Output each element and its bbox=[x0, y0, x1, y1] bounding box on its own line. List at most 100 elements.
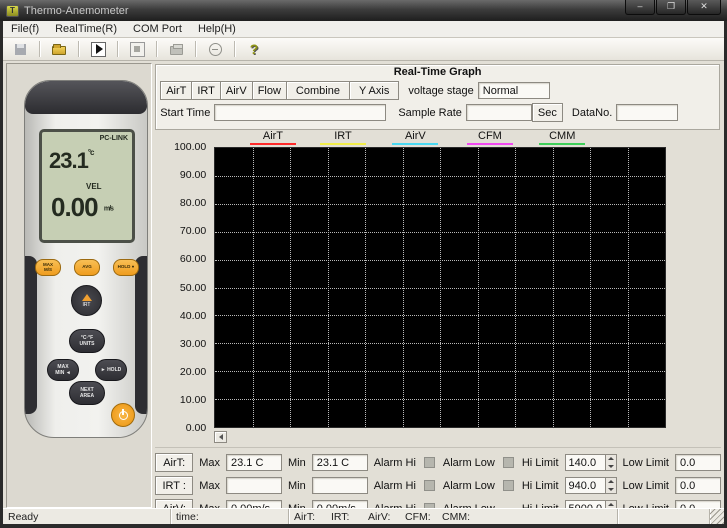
airt-tab-button[interactable]: AirT bbox=[160, 81, 192, 100]
menu-bar: File(f) RealTime(R) COM Port Help(H) bbox=[3, 21, 724, 38]
legend-color-bar bbox=[467, 143, 513, 145]
grid-line-horizontal bbox=[215, 232, 665, 233]
lcd-mode-label: VEL bbox=[86, 182, 102, 191]
airv-alarm-hi-led bbox=[424, 503, 435, 508]
close-button[interactable]: ✕ bbox=[687, 0, 721, 15]
y-axis-button[interactable]: Y Axis bbox=[349, 81, 399, 100]
status-meter-cmm: CMM: bbox=[442, 511, 479, 523]
combine-button[interactable]: Combine bbox=[286, 81, 350, 100]
irt-hi-limit-spinner[interactable]: 940.0 bbox=[565, 477, 617, 494]
spin-down-icon[interactable] bbox=[606, 463, 616, 471]
device-irt-button: IRT bbox=[71, 285, 102, 316]
airv-row-button[interactable]: AirV: bbox=[155, 499, 193, 508]
y-axis-tick: 30.00 bbox=[180, 338, 206, 350]
menu-realtime[interactable]: RealTime(R) bbox=[47, 22, 125, 36]
device-image: PC-LINK 23.1°c VEL 0.00 m/s MAX M/S AVG … bbox=[24, 80, 148, 438]
airv-low-limit-field[interactable]: 0.0 bbox=[675, 500, 721, 508]
spin-down-icon[interactable] bbox=[606, 486, 616, 494]
y-axis-tick: 20.00 bbox=[180, 366, 206, 378]
menu-help[interactable]: Help(H) bbox=[190, 22, 244, 36]
maximize-button[interactable]: ❐ bbox=[656, 0, 686, 15]
device-grip-left bbox=[25, 256, 37, 414]
airv-row: AirV: Max 0.00m/s Min 0.00m/s Alarm Hi A… bbox=[155, 497, 721, 508]
help-button[interactable]: ? bbox=[241, 40, 267, 59]
airv-tab-button[interactable]: AirV bbox=[220, 81, 253, 100]
print-icon bbox=[170, 46, 183, 55]
chart-plot-area bbox=[214, 147, 666, 428]
airv-hi-limit-spinner[interactable]: 5900.0 bbox=[565, 500, 617, 508]
menu-com-port[interactable]: COM Port bbox=[125, 22, 190, 36]
legend-item-airt: AirT bbox=[250, 130, 296, 145]
save-button[interactable] bbox=[7, 40, 33, 59]
start-time-field[interactable] bbox=[214, 104, 386, 121]
alarm-hi-label: Alarm Hi bbox=[374, 457, 416, 469]
legend-color-bar bbox=[539, 143, 585, 145]
max-label: Max bbox=[199, 457, 220, 469]
resize-grip[interactable] bbox=[710, 509, 724, 524]
datano-field[interactable] bbox=[616, 104, 678, 121]
play-icon bbox=[91, 42, 106, 57]
measurement-rows: AirT: Max 23.1 C Min 23.1 C Alarm Hi Ala… bbox=[155, 447, 721, 508]
lcd-velocity: 0.00 m/s bbox=[51, 192, 113, 223]
sec-button[interactable]: Sec bbox=[532, 103, 563, 122]
menu-file[interactable]: File(f) bbox=[3, 22, 47, 36]
chart-legend: AirTIRTAirVCFMCMM bbox=[214, 130, 666, 146]
device-next-area-button: NEXT AREA bbox=[69, 381, 105, 405]
alarm-low-label: Alarm Low bbox=[443, 457, 495, 469]
status-time: time: bbox=[171, 509, 289, 524]
lcd-velocity-unit: m/s bbox=[104, 206, 113, 213]
flow-tab-button[interactable]: Flow bbox=[252, 81, 287, 100]
grid-line-horizontal bbox=[215, 260, 665, 261]
graph-header-box: Real-Time Graph AirT IRT AirV Flow Combi… bbox=[155, 64, 720, 130]
irt-low-limit-field[interactable]: 0.0 bbox=[675, 477, 721, 494]
zoom-out-button[interactable] bbox=[202, 40, 228, 59]
alarm-low-label: Alarm Low bbox=[443, 503, 495, 509]
toolbar-separator bbox=[195, 41, 196, 57]
min-label: Min bbox=[288, 457, 306, 469]
print-button[interactable] bbox=[163, 40, 189, 59]
airt-hi-limit-spinner[interactable]: 140.0 bbox=[565, 454, 617, 471]
sample-rate-field[interactable] bbox=[466, 104, 532, 121]
spin-up-icon[interactable] bbox=[606, 501, 616, 508]
status-meters: AirT:IRT:AirV:CFM:CMM: bbox=[289, 509, 618, 524]
graph-panel: Real-Time Graph AirT IRT AirV Flow Combi… bbox=[154, 63, 722, 508]
grid-line-horizontal bbox=[215, 204, 665, 205]
status-blank bbox=[618, 509, 710, 524]
device-max-button: MAX M/S bbox=[35, 259, 61, 276]
irt-alarm-low-led bbox=[503, 480, 514, 491]
lcd-temp-unit: °c bbox=[88, 148, 94, 157]
open-button[interactable] bbox=[46, 40, 72, 59]
device-units-button: °C·°F UNITS bbox=[69, 329, 105, 353]
low-limit-label: Low Limit bbox=[623, 503, 669, 509]
airt-alarm-low-led bbox=[503, 457, 514, 468]
airt-row-button[interactable]: AirT: bbox=[155, 453, 193, 472]
alarm-hi-label: Alarm Hi bbox=[374, 503, 416, 509]
y-axis-tick: 50.00 bbox=[180, 282, 206, 294]
lcd-temperature: 23.1°c bbox=[49, 148, 93, 174]
open-icon bbox=[52, 46, 66, 55]
irt-tab-button[interactable]: IRT bbox=[191, 81, 221, 100]
stop-button[interactable] bbox=[124, 40, 150, 59]
grid-line-horizontal bbox=[215, 315, 665, 316]
irt-row: IRT : Max Min Alarm Hi Alarm Low Hi Limi… bbox=[155, 474, 721, 497]
device-hold-top-button: HOLD ● bbox=[113, 259, 139, 276]
airt-low-limit-field[interactable]: 0.0 bbox=[675, 454, 721, 471]
irt-triangle-icon bbox=[82, 294, 92, 301]
scroll-left-button[interactable] bbox=[214, 431, 227, 443]
irt-row-button[interactable]: IRT : bbox=[155, 476, 193, 495]
device-maxmin-button: MAX MIN ◄ bbox=[47, 359, 79, 381]
spin-up-icon[interactable] bbox=[606, 455, 616, 463]
legend-item-cmm: CMM bbox=[539, 130, 585, 145]
title-bar[interactable]: T Thermo-Anemometer – ❐ ✕ bbox=[0, 0, 727, 21]
toolbar-separator bbox=[156, 41, 157, 57]
voltage-stage-field[interactable]: Normal bbox=[478, 82, 550, 99]
legend-color-bar bbox=[250, 143, 296, 145]
minimize-button[interactable]: – bbox=[625, 0, 655, 15]
spin-up-icon[interactable] bbox=[606, 478, 616, 486]
grid-line-horizontal bbox=[215, 399, 665, 400]
start-button[interactable] bbox=[85, 40, 111, 59]
chart-hscrollbar bbox=[214, 431, 722, 445]
y-axis-tick: 60.00 bbox=[180, 253, 206, 265]
graph-title: Real-Time Graph bbox=[160, 66, 715, 78]
power-icon bbox=[119, 411, 128, 420]
